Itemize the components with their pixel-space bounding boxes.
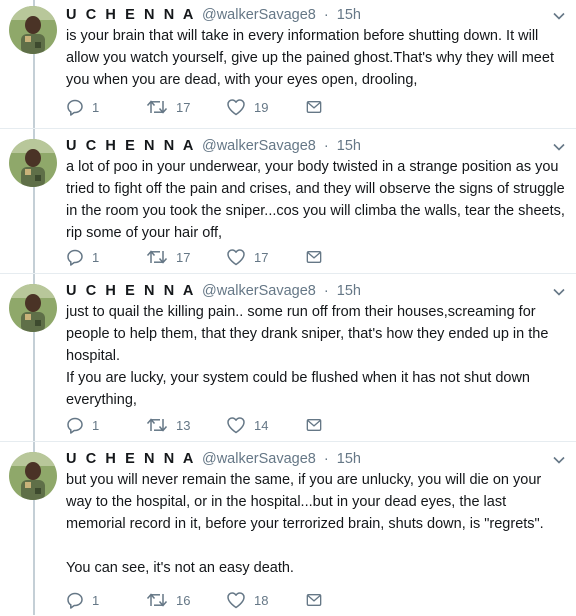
chevron-down-icon[interactable] <box>552 453 566 467</box>
like-button[interactable]: 18 <box>226 591 306 609</box>
tweet-actions: 1 17 17 <box>66 247 330 267</box>
tweet-timestamp[interactable]: 15h <box>337 283 361 299</box>
tweet[interactable]: U C H E N N A @walkerSavage8 · 15h just … <box>0 273 576 442</box>
retweet-icon <box>146 418 168 432</box>
author-name[interactable]: U C H E N N A <box>66 283 196 299</box>
direct-message-icon <box>306 251 322 263</box>
reply-button[interactable]: 1 <box>66 591 146 609</box>
avatar[interactable] <box>9 284 57 332</box>
separator: · <box>323 138 329 154</box>
like-button[interactable]: 19 <box>226 98 306 116</box>
tweet-text: a lot of poo in your underwear, your bod… <box>66 159 565 241</box>
author-name[interactable]: U C H E N N A <box>66 138 196 154</box>
reply-button[interactable]: 1 <box>66 248 146 266</box>
separator: · <box>323 283 329 299</box>
tweet-actions: 1 13 14 <box>66 415 330 435</box>
retweet-button[interactable]: 13 <box>146 416 226 434</box>
reply-button[interactable]: 1 <box>66 416 146 434</box>
chevron-down-icon[interactable] <box>552 9 566 23</box>
direct-message-icon <box>306 594 322 606</box>
direct-message-icon <box>306 419 322 431</box>
like-count: 14 <box>254 417 269 433</box>
like-button[interactable]: 17 <box>226 248 306 266</box>
author-name[interactable]: U C H E N N A <box>66 451 196 467</box>
avatar[interactable] <box>9 452 57 500</box>
tweet-header: U C H E N N A @walkerSavage8 · 15h <box>66 449 361 469</box>
like-count: 18 <box>254 592 269 608</box>
retweet-count: 17 <box>176 249 191 265</box>
chevron-down-icon[interactable] <box>552 285 566 299</box>
tweet-header: U C H E N N A @walkerSavage8 · 15h <box>66 136 361 156</box>
direct-message-button[interactable] <box>306 99 330 115</box>
tweet-actions: 1 16 18 <box>66 590 330 610</box>
reply-button[interactable]: 1 <box>66 98 146 116</box>
tweet-timestamp[interactable]: 15h <box>337 138 361 154</box>
retweet-count: 16 <box>176 592 191 608</box>
tweet-header: U C H E N N A @walkerSavage8 · 15h <box>66 281 361 301</box>
direct-message-button[interactable] <box>306 417 330 433</box>
tweet-text: but you will never remain the same, if y… <box>66 472 544 576</box>
tweet[interactable]: U C H E N N A @walkerSavage8 · 15h is yo… <box>0 0 576 128</box>
retweet-icon <box>146 250 168 264</box>
reply-icon <box>67 249 83 266</box>
retweet-button[interactable]: 17 <box>146 248 226 266</box>
avatar[interactable] <box>9 6 57 54</box>
author-handle[interactable]: @walkerSavage8 <box>202 283 316 299</box>
reply-count: 1 <box>92 249 100 265</box>
separator: · <box>323 451 329 467</box>
retweet-count: 17 <box>176 99 191 115</box>
chevron-down-icon[interactable] <box>552 140 566 154</box>
retweet-icon <box>146 593 168 607</box>
reply-icon <box>67 417 83 434</box>
author-handle[interactable]: @walkerSavage8 <box>202 138 316 154</box>
like-count: 17 <box>254 249 269 265</box>
author-name[interactable]: U C H E N N A <box>66 7 196 23</box>
author-handle[interactable]: @walkerSavage8 <box>202 7 316 23</box>
reply-count: 1 <box>92 592 100 608</box>
author-handle[interactable]: @walkerSavage8 <box>202 451 316 467</box>
tweet-timestamp[interactable]: 15h <box>337 7 361 23</box>
tweet-actions: 1 17 19 <box>66 97 330 117</box>
retweet-button[interactable]: 16 <box>146 591 226 609</box>
like-icon <box>227 99 245 116</box>
reply-icon <box>67 592 83 609</box>
retweet-button[interactable]: 17 <box>146 98 226 116</box>
retweet-icon <box>146 100 168 114</box>
direct-message-icon <box>306 101 322 113</box>
tweet-text: is your brain that will take in every in… <box>66 28 554 88</box>
reply-count: 1 <box>92 417 100 433</box>
like-icon <box>227 592 245 609</box>
like-icon <box>227 249 245 266</box>
like-button[interactable]: 14 <box>226 416 306 434</box>
direct-message-button[interactable] <box>306 249 330 265</box>
tweet-timestamp[interactable]: 15h <box>337 451 361 467</box>
like-count: 19 <box>254 99 269 115</box>
reply-count: 1 <box>92 99 100 115</box>
reply-icon <box>67 99 83 116</box>
tweet[interactable]: U C H E N N A @walkerSavage8 · 15h a lot… <box>0 128 576 274</box>
tweet-header: U C H E N N A @walkerSavage8 · 15h <box>66 5 361 25</box>
like-icon <box>227 417 245 434</box>
separator: · <box>323 7 329 23</box>
direct-message-button[interactable] <box>306 592 330 608</box>
avatar[interactable] <box>9 139 57 187</box>
tweet-text: just to quail the killing pain.. some ru… <box>66 304 549 408</box>
retweet-count: 13 <box>176 417 191 433</box>
tweet[interactable]: U C H E N N A @walkerSavage8 · 15h but y… <box>0 441 576 616</box>
